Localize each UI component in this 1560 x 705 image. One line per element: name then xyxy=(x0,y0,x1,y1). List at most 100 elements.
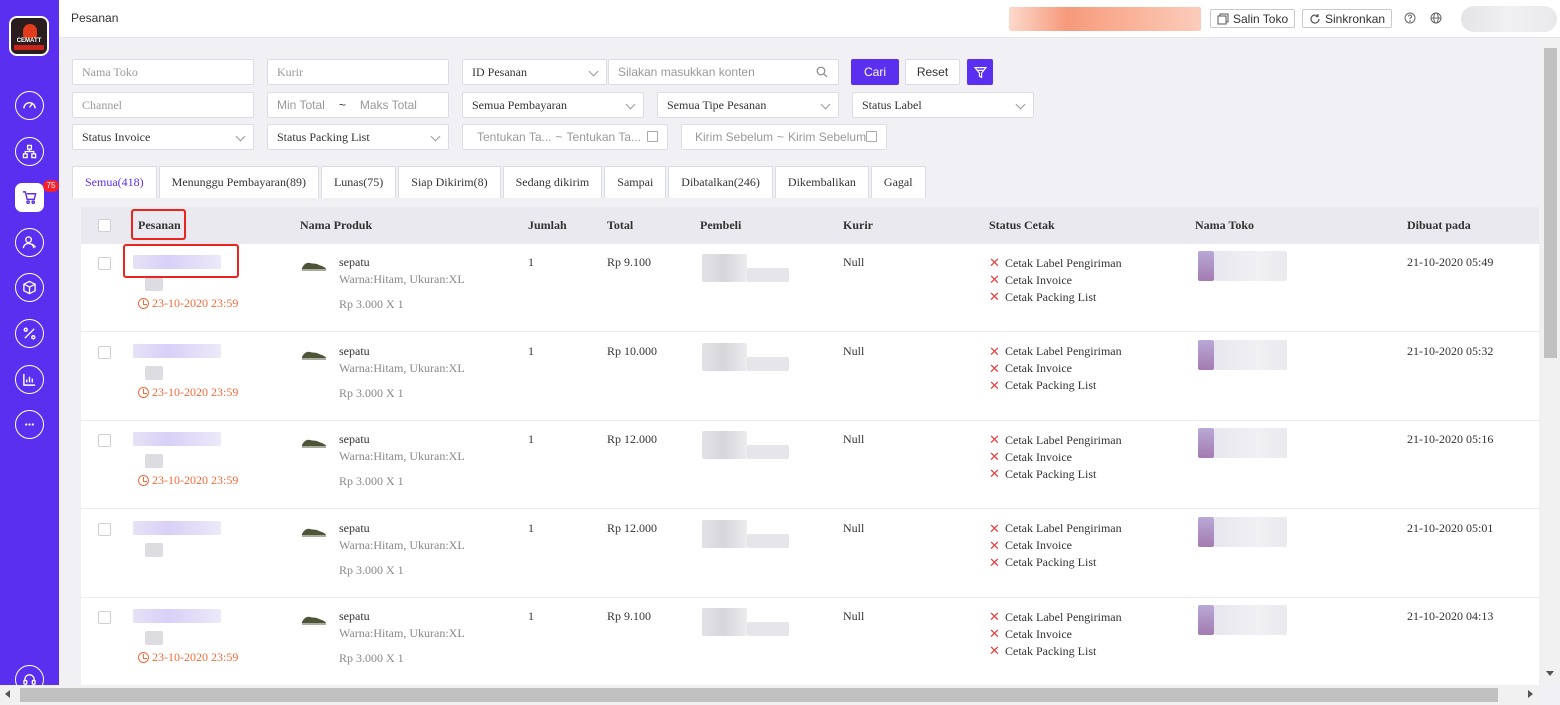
reset-button[interactable]: Reset xyxy=(905,59,960,85)
row-checkbox[interactable] xyxy=(98,611,111,624)
redacted-buyer-name xyxy=(702,431,747,459)
scroll-right-arrow[interactable] xyxy=(1528,690,1533,698)
select-all-checkbox[interactable] xyxy=(98,219,111,232)
print-status-item[interactable]: ✕ Cetak Packing List xyxy=(989,466,1096,482)
tab-gagal[interactable]: Gagal xyxy=(870,166,926,198)
product-name[interactable]: sepatu xyxy=(339,521,370,536)
tab-lunas[interactable]: Lunas(75) xyxy=(320,166,397,198)
tab-sedang-dikirim[interactable]: Sedang dikirim xyxy=(502,166,603,198)
sidebar-item-chat[interactable] xyxy=(15,410,44,439)
sidebar-item-structure[interactable] xyxy=(15,137,44,166)
max-total-field[interactable]: Maks Total xyxy=(360,98,417,112)
payment-select[interactable]: Semua Pembayaran xyxy=(462,92,644,118)
sidebar-item-customers[interactable] xyxy=(15,228,44,257)
globe-icon[interactable] xyxy=(1430,12,1442,24)
search-type-select[interactable]: ID Pesanan xyxy=(462,59,607,85)
search-button[interactable]: Cari xyxy=(851,59,899,85)
row-checkbox[interactable] xyxy=(98,257,111,270)
table-row[interactable]: 23-10-2020 23:59 sepatu Warna:Hitam, Ukura… xyxy=(81,598,1539,685)
sidebar-item-products[interactable] xyxy=(15,273,44,302)
print-status-item[interactable]: ✕ Cetak Packing List xyxy=(989,289,1096,305)
sidebar-item-dashboard[interactable] xyxy=(15,91,44,120)
product-price-qty: Rp 3.000 X 1 xyxy=(339,474,404,488)
app-logo[interactable]: CEMATT xyxy=(9,16,49,56)
order-type-select[interactable]: Semua Tipe Pesanan xyxy=(657,92,839,118)
ship-deadline-range[interactable]: Kirim Sebelum ~ Kirim Sebelum xyxy=(681,124,887,150)
order-date-range[interactable]: Tentukan Ta... ~ Tentukan Ta... xyxy=(462,124,668,150)
date-end-field[interactable]: Tentukan Ta... xyxy=(567,130,642,144)
print-status-item[interactable]: ✕ Cetak Label Pengiriman xyxy=(989,432,1122,448)
row-checkbox[interactable] xyxy=(98,434,111,447)
print-status-item[interactable]: ✕ Cetak Invoice xyxy=(989,361,1072,377)
ship-end-field[interactable]: Kirim Sebelum xyxy=(788,130,866,144)
product-thumbnail[interactable] xyxy=(301,524,327,538)
product-thumbnail[interactable] xyxy=(301,435,327,449)
tab-dikembalikan[interactable]: Dikembalikan xyxy=(774,166,869,198)
row-checkbox[interactable] xyxy=(98,345,111,359)
tab-sampai[interactable]: Sampai xyxy=(604,166,667,198)
courier: Null xyxy=(843,609,865,623)
print-status-item[interactable]: ✕ Cetak Label Pengiriman xyxy=(989,609,1122,625)
scroll-left-arrow[interactable] xyxy=(5,690,10,698)
table-row[interactable]: sepatu Warna:Hitam, Ukuran:XL Rp 3.000 X 1… xyxy=(81,510,1539,598)
sidebar-item-orders[interactable]: 75 xyxy=(15,180,59,212)
packing-status-select[interactable]: Status Packing List xyxy=(267,124,449,150)
product-thumbnail[interactable] xyxy=(301,612,327,626)
scroll-down-arrow[interactable] xyxy=(1546,671,1554,676)
logo-text: CEMATT xyxy=(16,38,42,44)
print-status-item[interactable]: ✕ Cetak Label Pengiriman xyxy=(989,344,1122,360)
product-name[interactable]: sepatu xyxy=(339,432,370,447)
print-status-item[interactable]: ✕ Cetak Invoice xyxy=(989,626,1072,642)
redacted-order-id[interactable] xyxy=(133,432,221,446)
advanced-filter-button[interactable] xyxy=(967,59,993,85)
print-status-item[interactable]: ✕ Cetak Packing List xyxy=(989,643,1096,659)
tab-semua[interactable]: Semua(418) xyxy=(72,166,157,198)
print-status-item[interactable]: ✕ Cetak Invoice xyxy=(989,449,1072,465)
print-status-item[interactable]: ✕ Cetak Packing List xyxy=(989,555,1096,571)
courier-input[interactable]: Kurir xyxy=(267,59,449,85)
sync-button[interactable]: Sinkronkan xyxy=(1302,9,1393,28)
vertical-scroll-thumb[interactable] xyxy=(1544,48,1557,358)
print-status-item[interactable]: ✕ Cetak Packing List xyxy=(989,378,1096,394)
horizontal-scroll-thumb[interactable] xyxy=(20,688,1498,702)
vertical-scrollbar[interactable] xyxy=(1541,38,1560,685)
horizontal-scrollbar[interactable] xyxy=(0,685,1541,705)
product-name[interactable]: sepatu xyxy=(339,344,370,359)
redacted-buyer-name xyxy=(702,342,747,371)
table-row[interactable]: 23-10-2020 23:59 sepatu Warna:Hitam, Ukura… xyxy=(81,244,1539,332)
sidebar-item-promotions[interactable] xyxy=(15,319,44,348)
print-status-item[interactable]: ✕ Cetak Label Pengiriman xyxy=(989,521,1122,537)
min-total-field[interactable]: Min Total xyxy=(277,98,325,112)
copy-store-button[interactable]: Salin Toko xyxy=(1210,9,1296,28)
print-status-item[interactable]: ✕ Cetak Invoice xyxy=(989,272,1072,288)
table-row[interactable]: 23-10-2020 23:59 sepatu Warna:Hitam, Ukura… xyxy=(81,421,1539,509)
box-icon xyxy=(23,280,36,295)
channel-input[interactable]: Channel xyxy=(72,92,254,118)
redacted-order-id[interactable] xyxy=(133,609,221,623)
product-thumbnail[interactable] xyxy=(301,258,327,272)
print-status-item[interactable]: ✕ Cetak Invoice xyxy=(989,538,1072,554)
sidebar-item-reports[interactable] xyxy=(15,365,44,394)
store-name-input[interactable]: Nama Toko xyxy=(72,59,254,85)
product-name[interactable]: sepatu xyxy=(339,609,370,624)
row-checkbox[interactable] xyxy=(98,522,111,536)
redacted-buyer-detail xyxy=(747,533,789,548)
tab-menunggu-pembayaran[interactable]: Menunggu Pembayaran(89) xyxy=(158,166,319,198)
label-status-select[interactable]: Status Label xyxy=(852,92,1034,118)
redacted-order-id[interactable] xyxy=(133,343,221,358)
invoice-status-select[interactable]: Status Invoice xyxy=(72,124,254,150)
tab-siap-dikirim[interactable]: Siap Dikirim(8) xyxy=(398,166,501,198)
redacted-order-id[interactable] xyxy=(133,520,221,535)
product-thumbnail[interactable] xyxy=(301,347,327,361)
product-name[interactable]: sepatu xyxy=(339,255,370,270)
help-icon[interactable] xyxy=(1404,12,1416,24)
print-status-item[interactable]: ✕ Cetak Label Pengiriman xyxy=(989,255,1122,271)
logo-flame xyxy=(23,24,37,38)
redacted-user-avatar[interactable] xyxy=(1461,6,1557,32)
ship-start-field[interactable]: Kirim Sebelum xyxy=(695,130,773,144)
table-row[interactable]: 23-10-2020 23:59 sepatu Warna:Hitam, Ukura… xyxy=(81,333,1539,421)
total-range-input[interactable]: Min Total ~ Maks Total xyxy=(267,92,449,118)
tab-dibatalkan[interactable]: Dibatalkan(246) xyxy=(668,166,773,198)
date-start-field[interactable]: Tentukan Ta... xyxy=(477,130,552,144)
search-input[interactable]: Silakan masukkan konten xyxy=(608,59,839,85)
